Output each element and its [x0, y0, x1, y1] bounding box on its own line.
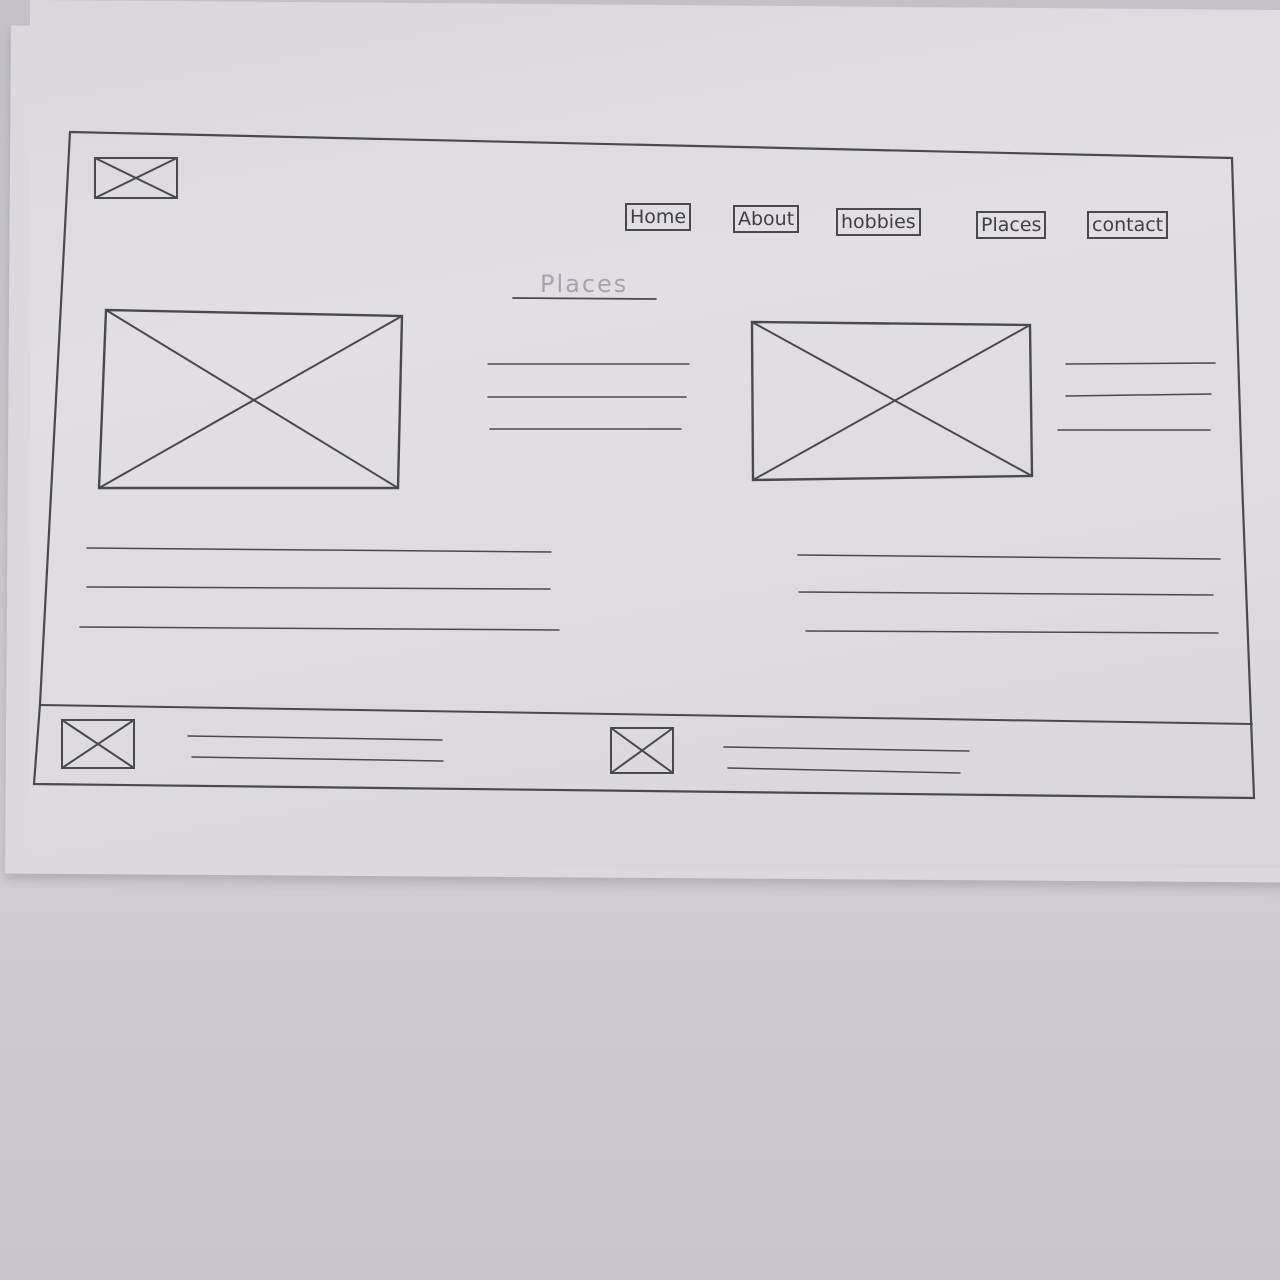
nav-about-button[interactable]: About — [733, 205, 800, 233]
footer-image-placeholder-icon-center — [610, 727, 674, 774]
text-lines-left-aside — [487, 363, 690, 430]
section-heading-places: Places — [540, 270, 629, 298]
logo-image-placeholder-icon[interactable] — [94, 157, 178, 199]
heading-underline — [512, 297, 657, 300]
footer-divider — [39, 704, 1253, 725]
paragraph-lines-right — [797, 554, 1221, 634]
page-frame — [32, 130, 1256, 800]
text-lines-right-aside — [1057, 362, 1216, 431]
nav-places-button[interactable]: Places — [976, 211, 1047, 239]
image-placeholder-left — [97, 308, 404, 490]
nav-contact-button[interactable]: contact — [1087, 211, 1169, 239]
image-placeholder-right — [750, 320, 1034, 482]
footer-text-lines-left — [187, 735, 444, 762]
footer-text-lines-right — [723, 746, 970, 774]
footer-image-placeholder-icon-left — [61, 719, 135, 769]
paragraph-lines-left — [79, 547, 560, 631]
wireframe-sketch — [32, 130, 1256, 800]
nav-hobbies-button[interactable]: hobbies — [836, 208, 921, 236]
nav-home-button[interactable]: Home — [625, 203, 692, 231]
photo-background: Home About hobbies Places contact Places — [0, 0, 1280, 1280]
